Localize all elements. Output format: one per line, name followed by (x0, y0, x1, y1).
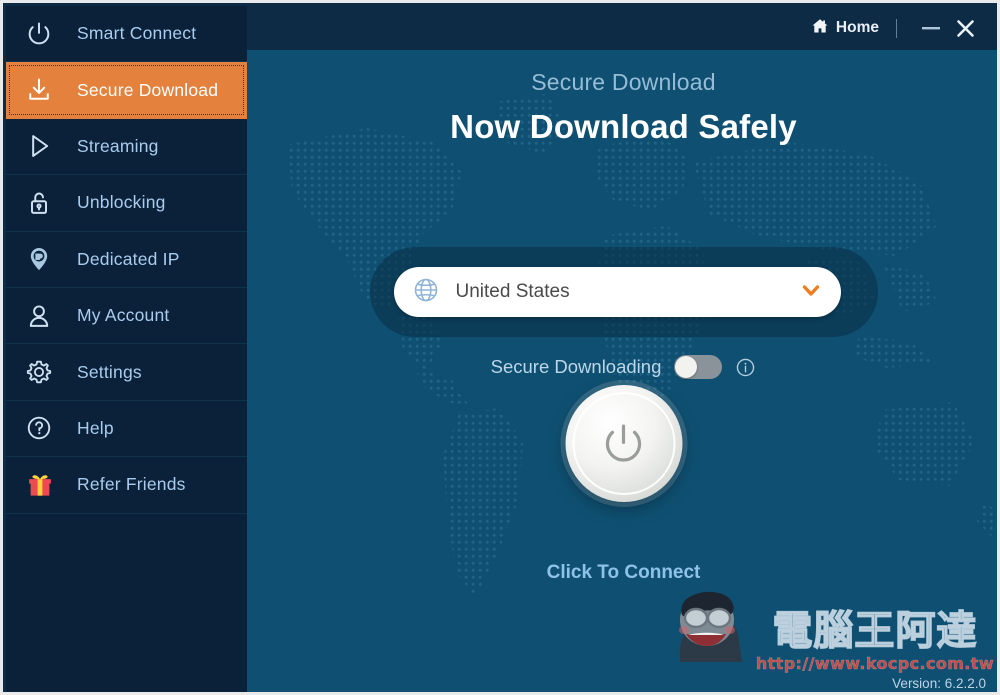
sidebar-item-label: My Account (65, 305, 169, 326)
sidebar-item-label: Secure Download (65, 80, 218, 101)
sidebar-item-label: Smart Connect (65, 23, 196, 44)
application-window: Smart Connect Secure Download Streaming (0, 0, 1000, 695)
sidebar-item-my-account[interactable]: My Account (6, 288, 247, 344)
watermark-url: http://www.kocpc.com.tw (756, 654, 994, 673)
watermark-avatar-icon (662, 576, 754, 673)
info-circle-icon[interactable] (735, 357, 756, 378)
sidebar-item-label: Streaming (65, 136, 159, 157)
sidebar-navigation: Smart Connect Secure Download Streaming (6, 6, 247, 695)
toggle-knob (675, 356, 697, 378)
watermark-brand: 電腦王阿達 (772, 611, 977, 651)
secure-downloading-row: Secure Downloading (247, 355, 1000, 379)
gift-icon (25, 470, 65, 500)
sidebar-item-label: Settings (65, 362, 142, 383)
titlebar-divider (896, 19, 897, 38)
sidebar-item-label: Help (65, 418, 114, 439)
sidebar-item-unblocking[interactable]: Unblocking (6, 175, 247, 231)
home-label: Home (836, 19, 879, 37)
version-label: Version: 6.2.2.0 (892, 676, 986, 691)
title-bar: Home (247, 6, 1000, 50)
user-icon (25, 302, 65, 330)
question-circle-icon (25, 414, 65, 442)
sidebar-item-dedicated-ip[interactable]: IP Dedicated IP (6, 232, 247, 288)
download-icon (25, 76, 65, 104)
main-content: Secure Download Now Download Safely U (247, 50, 1000, 695)
house-icon (811, 17, 829, 40)
watermark-logo: 電腦王阿達 http://www.kocpc.com.tw (662, 576, 994, 673)
sidebar-item-settings[interactable]: Settings (6, 344, 247, 400)
power-icon (25, 20, 65, 48)
country-select[interactable]: United States (394, 267, 841, 317)
sidebar-item-streaming[interactable]: Streaming (6, 119, 247, 175)
country-select-value: United States (440, 281, 799, 303)
sidebar-item-smart-connect[interactable]: Smart Connect (6, 6, 247, 62)
sidebar-item-label: Refer Friends (65, 474, 186, 495)
page-title: Now Download Safely (247, 108, 1000, 146)
chevron-down-icon[interactable] (799, 278, 823, 307)
open-lock-icon (25, 189, 65, 217)
sidebar-item-label: Dedicated IP (65, 249, 180, 270)
country-select-container: United States (370, 247, 878, 337)
ip-pin-icon: IP (25, 245, 65, 273)
connect-hint-text[interactable]: Click To Connect (247, 562, 1000, 584)
sidebar-item-help[interactable]: Help (6, 401, 247, 457)
gear-icon (25, 358, 65, 386)
globe-icon (412, 276, 440, 309)
close-button[interactable] (948, 13, 982, 43)
sidebar-item-secure-download[interactable]: Secure Download (6, 62, 247, 118)
sidebar-item-label: Unblocking (65, 192, 166, 213)
main-panel: Home (247, 6, 1000, 695)
connect-power-button[interactable] (565, 385, 682, 502)
home-button[interactable]: Home (811, 17, 879, 40)
secure-downloading-toggle[interactable] (674, 355, 722, 379)
svg-text:IP: IP (36, 254, 43, 261)
sidebar-item-refer-friends[interactable]: Refer Friends (6, 457, 247, 513)
secure-downloading-label: Secure Downloading (491, 356, 662, 378)
play-icon (25, 132, 65, 160)
page-subtitle: Secure Download (247, 69, 1000, 96)
minimize-button[interactable] (914, 13, 948, 43)
